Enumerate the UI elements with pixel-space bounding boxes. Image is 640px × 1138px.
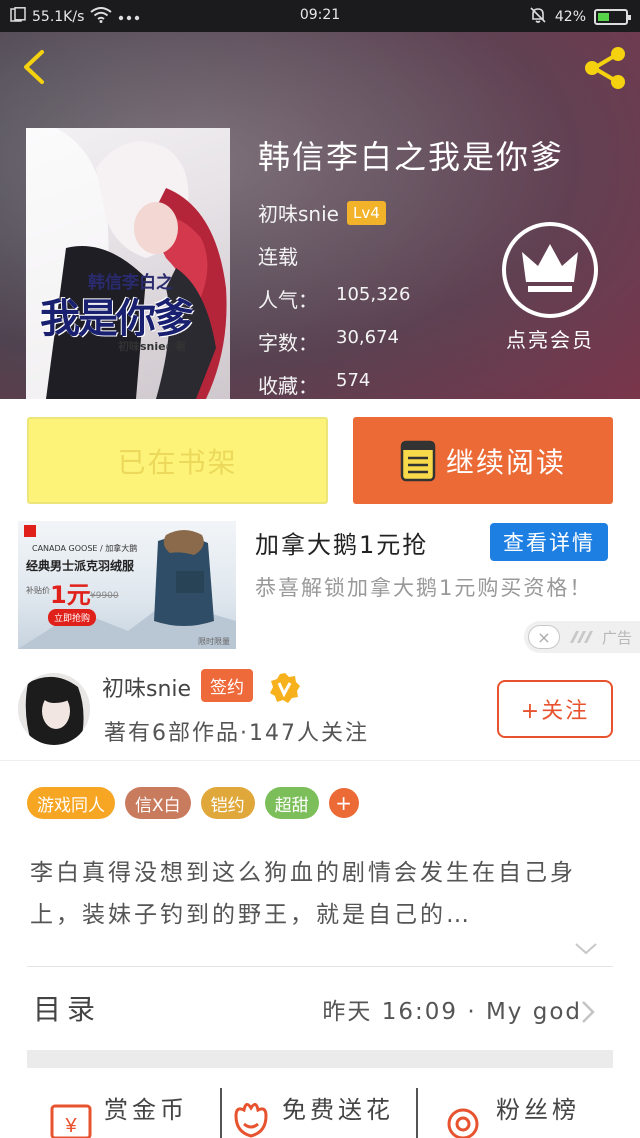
- cover-illustration: [26, 128, 227, 399]
- ad-description: 恭喜解锁加拿大鹅1元购买资格！: [255, 576, 593, 600]
- author-name[interactable]: 初味snie: [102, 671, 191, 703]
- vip-button[interactable]: 点亮会员: [500, 222, 600, 353]
- status-right: 42%: [529, 6, 631, 28]
- ad-stripes-icon: [570, 631, 593, 643]
- flower-label: 免费送花: [282, 1096, 394, 1124]
- ad-banner[interactable]: CANADA GOOSE / 加拿大鹅 经典男士派克羽绒服 补贴价 1元 ¥99…: [0, 521, 640, 659]
- medal-icon: [447, 1108, 479, 1138]
- ad-buy-button[interactable]: 立即抢购: [48, 609, 97, 626]
- tag-0[interactable]: 游戏同人: [27, 787, 115, 819]
- favorites-line: 收藏： 574: [258, 370, 564, 399]
- battery-icon: [594, 9, 631, 25]
- ad-price-prefix: 补贴价: [26, 586, 50, 595]
- cover-title: 我是你爹: [40, 295, 194, 342]
- chevron-down-icon[interactable]: [574, 940, 598, 956]
- coin-envelope-icon: ¥: [50, 1104, 92, 1138]
- book-cover[interactable]: 韩信李白之 我是你爹 初味snie◎著: [26, 128, 230, 399]
- tag-list: 游戏同人 信X白 铠约 超甜 +: [27, 787, 359, 819]
- words-label: 字数：: [258, 331, 318, 355]
- signed-badge: 签约: [201, 669, 253, 702]
- book-description[interactable]: 李白真得没想到这么狗血的剧情会发生在自己身上，装妹子钓到的野王，就是自己的…: [30, 852, 610, 936]
- divider: [27, 966, 613, 967]
- words-value: 30,674: [336, 327, 399, 348]
- toc-label: 目录: [33, 993, 102, 1026]
- author-section: 初味snie 签约 著有6部作品·147人关注 +关注: [0, 659, 640, 761]
- serial-status: 连载: [258, 245, 298, 269]
- tag-1[interactable]: 信X白: [125, 787, 191, 819]
- chevron-right-icon[interactable]: [579, 1000, 597, 1024]
- v-badge-icon: [268, 671, 302, 705]
- book-header: 韩信李白之 我是你爹 初味snie◎著 韩信李白之我是你爹 初味snie Lv4…: [0, 32, 640, 399]
- latest-chapter: 昨天 16:09 · My god: [322, 999, 582, 1025]
- bottom-actions: ¥ 赏金币 免费送花 粉丝榜: [0, 1080, 640, 1138]
- popularity-value: 105,326: [336, 284, 411, 305]
- favorites-value: 574: [336, 370, 371, 391]
- author-meta: 著有6部作品·147人关注: [104, 721, 369, 746]
- tag-3[interactable]: 超甜: [264, 787, 319, 819]
- ad-price: 1元: [50, 581, 91, 609]
- fans-rank-button[interactable]: 粉丝榜: [440, 1080, 580, 1138]
- separator: [416, 1088, 418, 1138]
- mute-bell-icon: [529, 6, 547, 28]
- ad-details-button[interactable]: 查看详情: [490, 523, 608, 561]
- continue-reading-button[interactable]: 继续阅读: [353, 417, 613, 504]
- ad-image[interactable]: CANADA GOOSE / 加拿大鹅 经典男士派克羽绒服 补贴价 1元 ¥99…: [18, 521, 236, 649]
- ad-mark: × 广告: [524, 621, 640, 653]
- ad-old-price: ¥9900: [90, 591, 119, 601]
- avatar[interactable]: [18, 673, 90, 745]
- follow-button[interactable]: +关注: [497, 680, 613, 738]
- action-buttons: 已在书架 继续阅读: [0, 399, 640, 521]
- table-of-contents-row[interactable]: 目录 昨天 16:09 · My god: [0, 968, 640, 1048]
- ad-title[interactable]: 加拿大鹅1元抢: [255, 525, 428, 560]
- continue-reading-label: 继续阅读: [445, 445, 566, 479]
- book-detail-screen: 55.1K/s 09:21 42% 韩信李白之 我是你爹 初味snie◎著 韩信…: [0, 0, 640, 1138]
- cover-author: 初味snie◎著: [118, 340, 187, 353]
- crown-icon: [502, 222, 598, 318]
- share-button[interactable]: [580, 42, 630, 92]
- chevron-left-icon: [24, 50, 44, 84]
- back-button[interactable]: [16, 46, 56, 86]
- author-name[interactable]: 初味snie: [258, 198, 339, 227]
- favorites-label: 收藏：: [258, 374, 318, 398]
- svg-text:¥: ¥: [64, 1115, 77, 1137]
- reward-coins-button[interactable]: ¥ 赏金币: [48, 1080, 188, 1138]
- vip-label: 点亮会员: [506, 328, 594, 352]
- status-bar: 55.1K/s 09:21 42%: [0, 0, 640, 32]
- ad-headline: 经典男士派克羽绒服: [26, 559, 135, 573]
- flower-icon: [234, 1103, 268, 1138]
- ad-brand: CANADA GOOSE / 加拿大鹅: [32, 544, 138, 553]
- battery-fill: [598, 13, 609, 21]
- level-badge: Lv4: [346, 200, 386, 225]
- add-tag-button[interactable]: +: [328, 788, 359, 818]
- ad-limit: 限时限量: [198, 637, 230, 646]
- book-title: 韩信李白之我是你爹: [258, 138, 565, 176]
- on-shelf-button[interactable]: 已在书架: [27, 417, 328, 504]
- popularity-label: 人气：: [258, 288, 318, 312]
- reward-label: 赏金币: [104, 1096, 188, 1124]
- send-flower-button[interactable]: 免费送花: [230, 1080, 394, 1138]
- section-separator: [27, 1050, 613, 1068]
- tag-2[interactable]: 铠约: [200, 787, 255, 819]
- fans-label: 粉丝榜: [496, 1096, 580, 1124]
- battery-percent: 42%: [554, 9, 586, 25]
- separator: [220, 1088, 222, 1138]
- book-icon: [400, 440, 436, 481]
- ad-close-button[interactable]: ×: [528, 625, 560, 649]
- share-icon: [585, 47, 625, 89]
- ad-tag: 广告: [602, 628, 633, 647]
